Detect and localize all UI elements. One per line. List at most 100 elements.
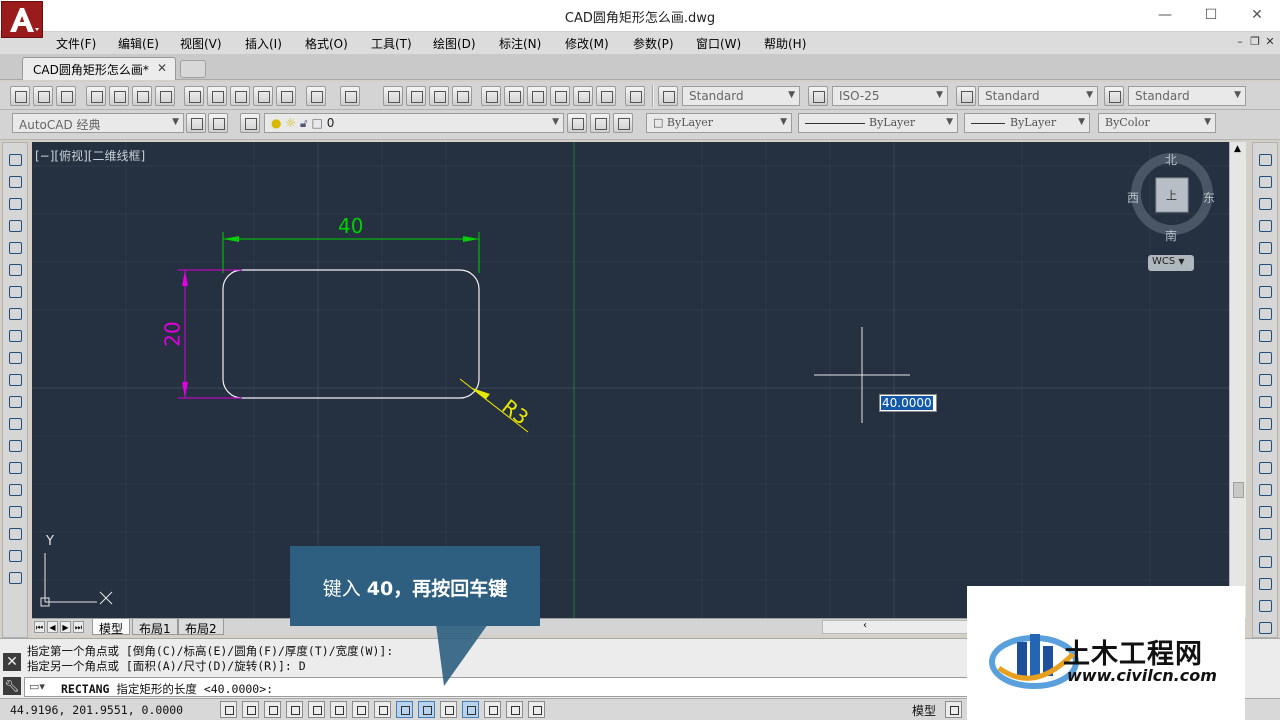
mirror-icon[interactable] bbox=[1257, 195, 1274, 212]
menu-help[interactable]: 帮助(H) bbox=[764, 35, 806, 52]
hatch-icon[interactable] bbox=[7, 459, 24, 476]
zoom-window-icon[interactable] bbox=[429, 86, 449, 106]
multileader-style-select[interactable]: Standard ▼ bbox=[1128, 86, 1246, 106]
break-at-point-icon[interactable] bbox=[1257, 393, 1274, 410]
publish-icon[interactable] bbox=[132, 86, 152, 106]
dynamic-ucs-toggle[interactable] bbox=[396, 701, 413, 718]
workspace-toolbar-icon[interactable] bbox=[208, 113, 228, 133]
model-space-button[interactable]: 模型 bbox=[912, 702, 936, 719]
construction-line-icon[interactable] bbox=[7, 173, 24, 190]
menu-parametric[interactable]: 参数(P) bbox=[633, 35, 674, 52]
undo-icon[interactable] bbox=[306, 86, 326, 106]
snap-mode-toggle[interactable] bbox=[242, 701, 259, 718]
markup-icon[interactable] bbox=[573, 86, 593, 106]
menu-edit[interactable]: 编辑(E) bbox=[118, 35, 159, 52]
region-icon[interactable] bbox=[7, 503, 24, 520]
cursor-coordinates[interactable]: 44.9196, 201.9551, 0.0000 bbox=[10, 703, 183, 717]
zoom-realtime-icon[interactable] bbox=[406, 86, 426, 106]
menu-window[interactable]: 窗口(W) bbox=[696, 35, 741, 52]
array-icon[interactable] bbox=[1257, 239, 1274, 256]
lineweight-toggle[interactable] bbox=[440, 701, 457, 718]
menu-dimension[interactable]: 标注(N) bbox=[499, 35, 541, 52]
menu-file[interactable]: 文件(F) bbox=[56, 35, 96, 52]
properties-icon[interactable] bbox=[481, 86, 501, 106]
lineweight-select[interactable]: ByLayer ▼ bbox=[964, 113, 1090, 133]
layer-state-icon[interactable] bbox=[613, 113, 633, 133]
polar-tracking-toggle[interactable] bbox=[308, 701, 325, 718]
block-editor-icon[interactable] bbox=[276, 86, 296, 106]
last-layout-icon[interactable]: ⏭ bbox=[73, 621, 84, 633]
send-to-back-icon[interactable] bbox=[1257, 597, 1274, 614]
offset-icon[interactable] bbox=[1257, 217, 1274, 234]
quick-properties-toggle[interactable] bbox=[484, 701, 501, 718]
layer-select[interactable]: ● ☼ 🔓︎ □ 0 ▼ bbox=[264, 113, 564, 133]
minimize-button[interactable]: — bbox=[1150, 4, 1180, 28]
extend-icon[interactable] bbox=[1257, 371, 1274, 388]
multileader-style-icon[interactable] bbox=[1104, 86, 1124, 106]
text-style-select[interactable]: Standard ▼ bbox=[682, 86, 800, 106]
copy-icon[interactable] bbox=[207, 86, 227, 106]
multiline-text-icon[interactable] bbox=[7, 547, 24, 564]
rounded-rectangle[interactable] bbox=[222, 269, 480, 399]
rotate-icon[interactable] bbox=[1257, 283, 1274, 300]
sheet-set-icon[interactable] bbox=[550, 86, 570, 106]
design-center-icon[interactable] bbox=[504, 86, 524, 106]
command-line-input[interactable]: ▭▾ RECTANG 指定矩形的长度 <40.0000>: bbox=[24, 677, 984, 697]
menu-tools[interactable]: 工具(T) bbox=[371, 35, 412, 52]
viewcube-east[interactable]: 东 bbox=[1203, 189, 1215, 206]
polyline-icon[interactable] bbox=[7, 195, 24, 212]
break-icon[interactable] bbox=[1257, 415, 1274, 432]
spline-icon[interactable] bbox=[7, 327, 24, 344]
copy-object-icon[interactable] bbox=[1257, 173, 1274, 190]
ellipse-arc-icon[interactable] bbox=[7, 371, 24, 388]
table-style-icon[interactable] bbox=[956, 86, 976, 106]
maximize-button[interactable]: ☐ bbox=[1196, 4, 1226, 28]
layer-previous-icon[interactable] bbox=[590, 113, 610, 133]
fillet-icon[interactable] bbox=[1257, 481, 1274, 498]
help-icon[interactable] bbox=[625, 86, 645, 106]
viewport-controls[interactable]: [−][俯视][二维线框] bbox=[35, 147, 145, 164]
tab-model[interactable]: 模型 bbox=[92, 619, 131, 636]
command-recent-icon[interactable]: ▭▾ bbox=[29, 680, 45, 693]
paste-icon[interactable] bbox=[230, 86, 250, 106]
text-style-icon[interactable] bbox=[658, 86, 678, 106]
make-block-icon[interactable] bbox=[7, 415, 24, 432]
revision-cloud-icon[interactable] bbox=[7, 305, 24, 322]
menu-view[interactable]: 视图(V) bbox=[180, 35, 222, 52]
infer-constraints-toggle[interactable] bbox=[220, 701, 237, 718]
arc-icon[interactable] bbox=[7, 261, 24, 278]
text-front-icon[interactable] bbox=[1257, 619, 1274, 636]
bring-to-front-icon[interactable] bbox=[1257, 575, 1274, 592]
dynamic-input-field[interactable]: 40.0000 bbox=[879, 394, 937, 412]
scale-icon[interactable] bbox=[1257, 305, 1274, 322]
circle-icon[interactable] bbox=[7, 283, 24, 300]
tab-layout1[interactable]: 布局1 bbox=[132, 619, 178, 636]
draw-order-icon[interactable] bbox=[1257, 553, 1274, 570]
linetype-select[interactable]: ByLayer ▼ bbox=[798, 113, 958, 133]
height-dimension[interactable] bbox=[178, 269, 242, 399]
viewcube[interactable]: 北 南 西 东 上 WCS ▼ bbox=[1126, 150, 1218, 278]
table-style-select[interactable]: Standard ▼ bbox=[978, 86, 1098, 106]
width-dimension[interactable] bbox=[222, 232, 480, 273]
new-file-icon[interactable] bbox=[10, 86, 30, 106]
object-snap-toggle[interactable] bbox=[330, 701, 347, 718]
3d-dwf-icon[interactable] bbox=[155, 86, 175, 106]
doc-restore-icon[interactable]: ❐ bbox=[1249, 36, 1261, 48]
zoom-previous-icon[interactable] bbox=[452, 86, 472, 106]
prev-layout-icon[interactable]: ◀ bbox=[47, 621, 58, 633]
chamfer-icon[interactable] bbox=[1257, 459, 1274, 476]
viewcube-north[interactable]: 北 bbox=[1165, 151, 1177, 168]
plot-style-select[interactable]: ByColor ▼ bbox=[1098, 113, 1216, 133]
viewcube-south[interactable]: 南 bbox=[1165, 227, 1177, 244]
move-icon[interactable] bbox=[1257, 261, 1274, 278]
match-properties-icon[interactable] bbox=[253, 86, 273, 106]
document-tab-close-icon[interactable]: ✕ bbox=[157, 61, 167, 75]
application-menu-button[interactable] bbox=[1, 1, 43, 38]
print-preview-icon[interactable] bbox=[109, 86, 129, 106]
doc-minimize-icon[interactable]: – bbox=[1234, 36, 1246, 48]
save-icon[interactable] bbox=[56, 86, 76, 106]
next-layout-icon[interactable]: ▶ bbox=[60, 621, 71, 633]
3d-object-snap-toggle[interactable] bbox=[352, 701, 369, 718]
trim-icon[interactable] bbox=[1257, 349, 1274, 366]
first-layout-icon[interactable]: ⏮ bbox=[34, 621, 45, 633]
